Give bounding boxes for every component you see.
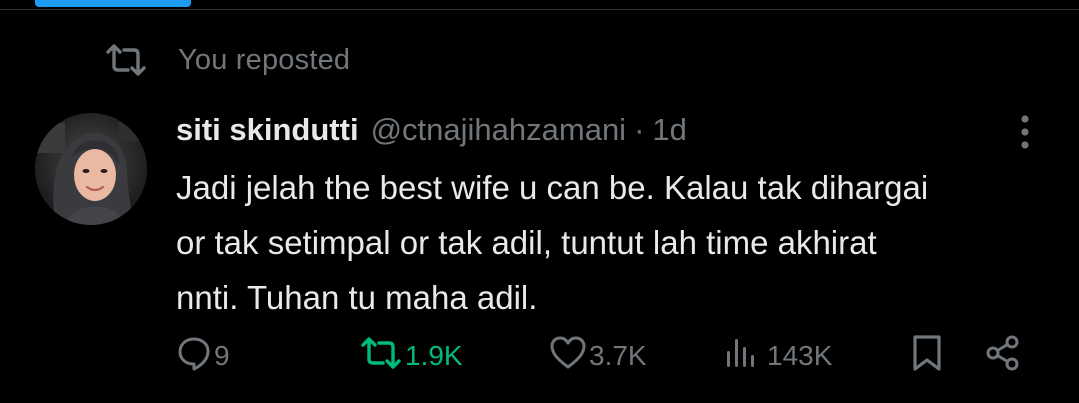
repost-button[interactable]: 1.9K [359, 330, 463, 382]
views-bar-chart-icon [723, 335, 765, 378]
share-button[interactable] [984, 330, 1022, 382]
reply-count: 9 [214, 340, 230, 371]
view-count: 143K [767, 340, 833, 371]
like-button[interactable]: 3.7K [549, 330, 647, 382]
repost-count: 1.9K [405, 340, 463, 371]
more-options-button[interactable] [1008, 112, 1042, 156]
views-button[interactable]: 143K [723, 330, 832, 382]
reply-button[interactable]: 9 [176, 330, 230, 382]
display-name[interactable]: siti skindutti [176, 112, 359, 148]
action-bar: 9 1.9K 3.7K 143K [176, 330, 1036, 382]
timestamp[interactable]: 1d [652, 112, 686, 148]
reply-icon [176, 335, 212, 378]
share-icon [984, 334, 1022, 379]
repost-banner[interactable]: You reposted [104, 40, 350, 80]
bookmark-icon [910, 334, 944, 379]
tweet-header: siti skindutti @ctnajihahzamani · 1d [176, 107, 687, 153]
repost-action-icon [359, 335, 403, 378]
heart-icon [549, 335, 587, 378]
user-handle[interactable]: @ctnajihahzamani [371, 112, 627, 148]
tweet-text: Jadi jelah the best wife u can be. Kalau… [176, 169, 929, 316]
avatar[interactable] [35, 113, 147, 225]
like-count: 3.7K [589, 340, 647, 371]
separator-dot: · [634, 112, 645, 147]
repost-label: You reposted [178, 43, 351, 76]
repost-icon [104, 40, 148, 80]
more-vertical-icon [1020, 114, 1030, 155]
active-tab-indicator [35, 0, 191, 7]
top-divider [0, 9, 1079, 10]
bookmark-button[interactable] [910, 330, 944, 382]
